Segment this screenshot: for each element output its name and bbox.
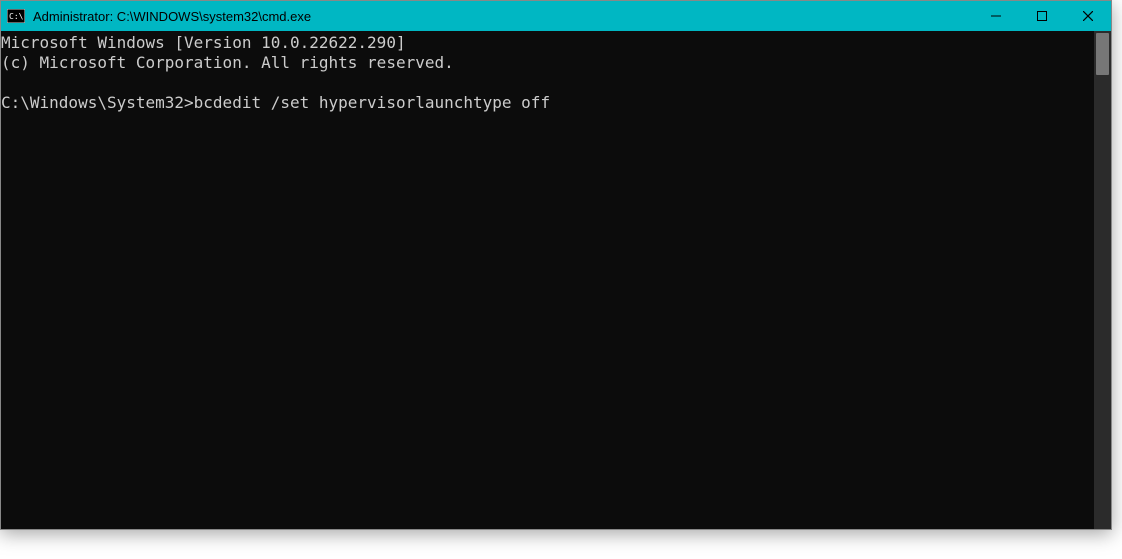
cmd-window: C:\ Administrator: C:\WINDOWS\system32\c… — [0, 0, 1112, 530]
close-button[interactable] — [1065, 1, 1111, 31]
vertical-scrollbar[interactable] — [1094, 31, 1111, 529]
minimize-button[interactable] — [973, 1, 1019, 31]
command-input[interactable]: bcdedit /set hypervisorlaunchtype off — [194, 93, 550, 112]
titlebar[interactable]: C:\ Administrator: C:\WINDOWS\system32\c… — [1, 1, 1111, 31]
client-area: Microsoft Windows [Version 10.0.22622.29… — [1, 31, 1111, 529]
maximize-button[interactable] — [1019, 1, 1065, 31]
console-output[interactable]: Microsoft Windows [Version 10.0.22622.29… — [1, 31, 1094, 529]
cmd-icon: C:\ — [7, 9, 25, 23]
window-controls — [973, 1, 1111, 31]
scrollbar-thumb[interactable] — [1096, 33, 1109, 75]
prompt: C:\Windows\System32> — [1, 93, 194, 112]
console-line: Microsoft Windows [Version 10.0.22622.29… — [1, 33, 406, 52]
console-line: (c) Microsoft Corporation. All rights re… — [1, 53, 454, 72]
svg-text:C:\: C:\ — [9, 12, 24, 21]
window-title: Administrator: C:\WINDOWS\system32\cmd.e… — [33, 9, 311, 24]
